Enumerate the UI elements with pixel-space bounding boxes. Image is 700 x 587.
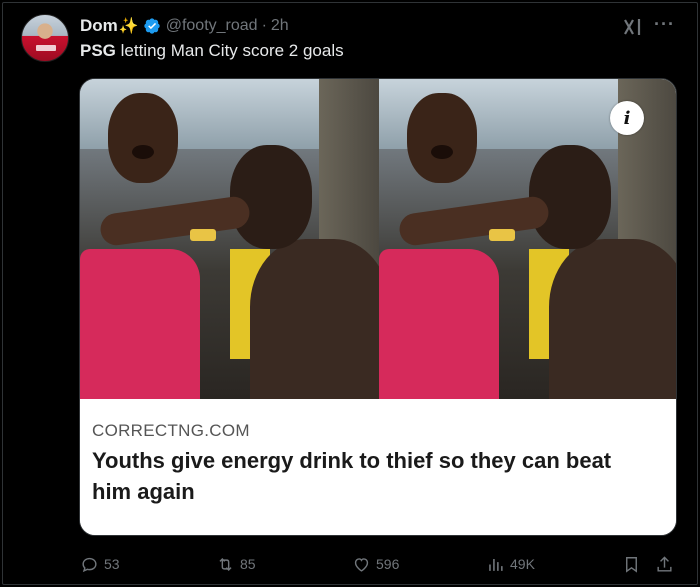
reply-icon	[82, 557, 97, 572]
action-bar: 53 85 596 49K	[0, 552, 700, 576]
more-icon[interactable]: ···	[654, 14, 675, 35]
like-button[interactable]: 596	[352, 552, 399, 576]
views-button[interactable]: 49K	[486, 552, 535, 576]
reply-button[interactable]: 53	[80, 552, 120, 576]
separator-dot: ·	[261, 17, 267, 34]
media-card[interactable]: i CORRECTNG.COM Youths give energy drink…	[79, 78, 677, 536]
caption-box: CORRECTNG.COM Youths give energy drink t…	[80, 399, 676, 535]
bookmark-button[interactable]	[622, 552, 646, 576]
views-icon	[489, 558, 503, 571]
tweet-text: PSG letting Man City score 2 goals	[80, 41, 344, 61]
share-icon	[657, 555, 672, 572]
tweet-text-bold: PSG	[80, 41, 116, 60]
repost-icon	[219, 557, 232, 571]
bookmark-icon	[626, 556, 637, 573]
source-label: CORRECTNG.COM	[92, 421, 250, 440]
verified-badge-icon	[144, 18, 160, 34]
avatar[interactable]	[21, 14, 69, 62]
tweet-text-rest: letting Man City score 2 goals	[115, 41, 344, 60]
media-image[interactable]	[80, 79, 676, 399]
repost-count: 85	[240, 555, 256, 572]
timestamp[interactable]: 2h	[271, 17, 289, 35]
headline: Youths give energy drink to thief so the…	[92, 448, 612, 504]
like-count: 596	[376, 555, 400, 572]
grok-icon[interactable]	[622, 17, 644, 37]
views-count: 49K	[510, 555, 535, 572]
sparkle-emoji: ✨	[118, 18, 139, 35]
photo-left	[80, 79, 379, 399]
reply-count: 53	[104, 555, 120, 572]
repost-button[interactable]: 85	[216, 552, 256, 576]
like-icon	[354, 557, 369, 572]
tweet-header: Dom ✨ @footy_road · 2h	[80, 15, 289, 37]
info-icon[interactable]: i	[610, 101, 644, 135]
share-button[interactable]	[655, 552, 679, 576]
handle[interactable]: @footy_road	[166, 17, 258, 35]
display-name[interactable]: Dom	[80, 16, 118, 36]
